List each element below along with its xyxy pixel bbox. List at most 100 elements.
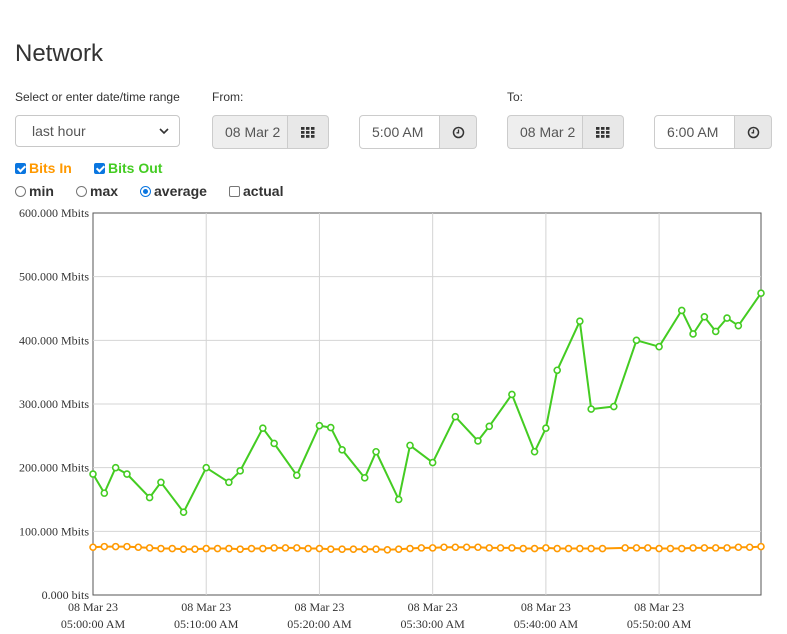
mode-average-option[interactable]: average [140,183,207,199]
bits-out-toggle[interactable]: Bits Out [94,160,162,176]
data-point-bits-in [213,544,222,553]
x-tick-label-date: 08 Mar 23 [408,600,458,614]
data-point-bits-in [451,543,460,552]
data-point-bits-in [315,544,324,553]
mode-min-radio[interactable] [15,185,26,197]
data-point-bits-out [123,470,131,478]
range-select-value: last hour [32,123,86,139]
data-point-bits-out [530,447,539,456]
bits-out-label: Bits Out [108,160,163,176]
data-point-bits-in [292,544,301,552]
y-tick-label: 600.000 Mbits [19,206,89,220]
from-time-input[interactable]: 5:00 AM [359,115,440,149]
data-point-bits-in [338,545,346,553]
data-point-bits-out [338,446,346,454]
data-point-bits-in [542,544,550,552]
clock-icon [747,126,759,138]
data-point-bits-in [270,544,278,552]
data-point-bits-in [179,545,188,553]
range-select[interactable]: last hour [15,115,180,147]
mode-max-option[interactable]: max [76,183,118,199]
data-point-bits-out [610,402,618,411]
mode-actual-checkbox[interactable] [229,185,240,197]
data-point-bits-in [372,545,380,553]
from-date-picker-button[interactable] [288,115,329,149]
data-point-bits-out [315,421,324,430]
data-point-bits-in [157,544,165,553]
data-point-bits-in [304,544,312,553]
from-time-group: 5:00 AM [359,115,477,149]
data-point-bits-in [202,544,211,553]
bits-in-toggle[interactable]: Bits In [15,160,72,176]
data-point-bits-in [677,544,686,553]
data-point-bits-out [372,447,380,456]
calendar-grid-icon [596,126,610,138]
to-date-group: 08 Mar 2 [507,115,624,149]
mode-min-label: min [29,183,54,199]
data-point-bits-out [100,489,109,497]
mode-max-radio[interactable] [76,185,87,197]
data-point-bits-in [576,544,584,553]
data-point-bits-in [632,544,641,552]
data-point-bits-in [326,545,335,553]
data-point-bits-out [757,289,765,298]
data-point-bits-in [711,544,720,552]
data-point-bits-in [191,545,199,553]
x-tick-label-date: 08 Mar 23 [68,600,118,614]
x-tick-label-time: 05:00:00 AM [61,617,126,631]
data-point-bits-out [428,458,437,467]
data-point-bits-in [700,544,709,552]
data-point-bits-out [292,471,301,480]
data-point-bits-in [111,542,120,551]
data-point-bits-in [564,544,573,553]
data-point-bits-in [734,543,743,552]
data-point-bits-out [202,463,211,472]
x-tick-label-time: 05:50:00 AM [627,617,692,631]
from-date-group: 08 Mar 2 [212,115,329,149]
x-tick-label-date: 08 Mar 23 [634,600,684,614]
data-point-bits-in [236,545,244,553]
to-time-group: 6:00 AM [654,115,772,149]
mode-average-radio[interactable] [140,185,151,197]
data-point-bits-in [100,542,109,551]
data-point-bits-in [440,543,448,552]
data-point-bits-in [598,544,607,553]
data-point-bits-in [519,544,528,553]
data-point-bits-in [723,544,731,552]
bits-in-checkbox[interactable] [15,162,26,174]
data-point-bits-out [451,412,460,421]
x-tick-label-date: 08 Mar 23 [294,600,344,614]
data-point-bits-in [281,544,290,552]
data-point-bits-out [360,474,369,482]
mode-actual-option[interactable]: actual [229,183,283,199]
to-date-input[interactable]: 08 Mar 2 [507,115,583,149]
data-point-bits-out [700,312,709,321]
calendar-grid-icon [301,126,315,138]
x-tick-label-time: 05:40:00 AM [514,617,579,631]
page-title: Network [15,40,104,67]
data-point-bits-in [666,544,675,553]
data-point-bits-out [576,317,584,326]
data-point-bits-out [711,327,720,336]
data-point-bits-in [225,544,233,553]
data-point-bits-out [270,439,278,448]
data-point-bits-in [485,544,494,552]
to-date-picker-button[interactable] [583,115,624,149]
data-point-bits-out [689,330,697,338]
data-point-bits-in [474,543,482,552]
data-point-bits-out [723,314,731,322]
mode-min-option[interactable]: min [15,183,54,199]
data-point-bits-out [632,336,641,345]
to-time-input[interactable]: 6:00 AM [654,115,735,149]
from-date-input[interactable]: 08 Mar 2 [212,115,288,149]
y-tick-label: 200.000 Mbits [19,461,89,475]
data-point-bits-in [587,544,595,553]
bits-out-checkbox[interactable] [94,162,105,174]
data-point-bits-in [134,543,143,552]
to-time-picker-button[interactable] [735,115,772,149]
data-point-bits-in [428,544,437,552]
data-point-bits-in [745,543,754,552]
from-time-picker-button[interactable] [440,115,477,149]
data-point-bits-out [179,508,188,517]
data-point-bits-out [394,495,403,504]
